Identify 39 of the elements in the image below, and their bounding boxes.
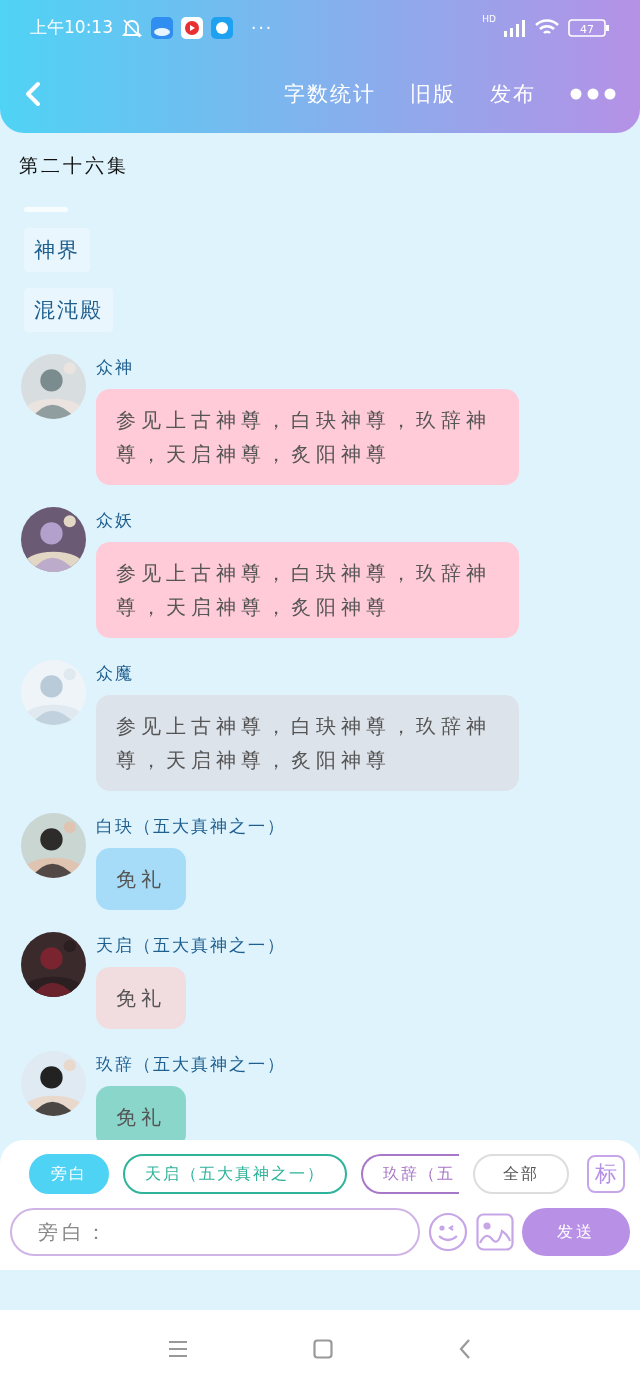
status-time: 上午10:13 — [30, 16, 113, 39]
more-notifications: ··· — [251, 17, 274, 38]
image-icon[interactable] — [476, 1213, 514, 1251]
message-bubble: 免礼 — [96, 848, 186, 910]
speaker-name: 众魔 — [96, 662, 135, 685]
network-label: HD — [482, 14, 496, 24]
speaker-name: 众妖 — [96, 509, 135, 532]
menu-icon[interactable] — [168, 1339, 188, 1358]
message-bubble: 免礼 — [96, 967, 186, 1029]
send-button[interactable]: 发送 — [522, 1208, 630, 1256]
home-icon[interactable] — [313, 1338, 333, 1359]
message-bubble: 参见上古神尊，白玦神尊，玖辞神尊，天启神尊，炙阳神尊 — [96, 542, 519, 638]
empty-scene-tag — [24, 207, 68, 212]
more-icon[interactable] — [570, 88, 616, 100]
speaker-name: 白玦（五大真神之一） — [96, 815, 286, 838]
message-bubble: 参见上古神尊，白玦神尊，玖辞神尊，天启神尊，炙阳神尊 — [96, 695, 519, 791]
mark-button[interactable]: 标 — [587, 1155, 625, 1193]
role-chip[interactable]: 旁白 — [29, 1154, 109, 1194]
signal-icon — [504, 18, 526, 37]
header-action[interactable]: 发布 — [490, 80, 536, 108]
message-input[interactable]: 旁白： — [10, 1208, 420, 1256]
back-button[interactable] — [24, 81, 42, 107]
speaker-name: 玖辞（五大真神之一） — [96, 1053, 286, 1076]
speaker-name: 众神 — [96, 356, 135, 379]
back-nav-icon[interactable] — [458, 1337, 472, 1360]
cloud-icon — [151, 16, 173, 39]
emoji-icon[interactable] — [428, 1212, 468, 1252]
header-action[interactable]: 字数统计 — [284, 80, 376, 108]
speaker-name: 天启（五大真神之一） — [96, 934, 286, 957]
message-bubble: 参见上古神尊，白玦神尊，玖辞神尊，天启神尊，炙阳神尊 — [96, 389, 519, 485]
scene-tag: 神界 — [24, 228, 90, 272]
role-chip[interactable]: 全部 — [473, 1154, 569, 1194]
role-chip[interactable]: 天启（五大真神之一） — [123, 1154, 347, 1194]
episode-title: 第二十六集 — [18, 153, 130, 178]
header-action[interactable]: 旧版 — [410, 80, 456, 108]
role-chip[interactable]: 玖辞（五 — [361, 1154, 459, 1194]
battery-level: 47 — [580, 22, 594, 35]
scene-tag: 混沌殿 — [24, 288, 113, 332]
play-icon — [181, 16, 203, 39]
